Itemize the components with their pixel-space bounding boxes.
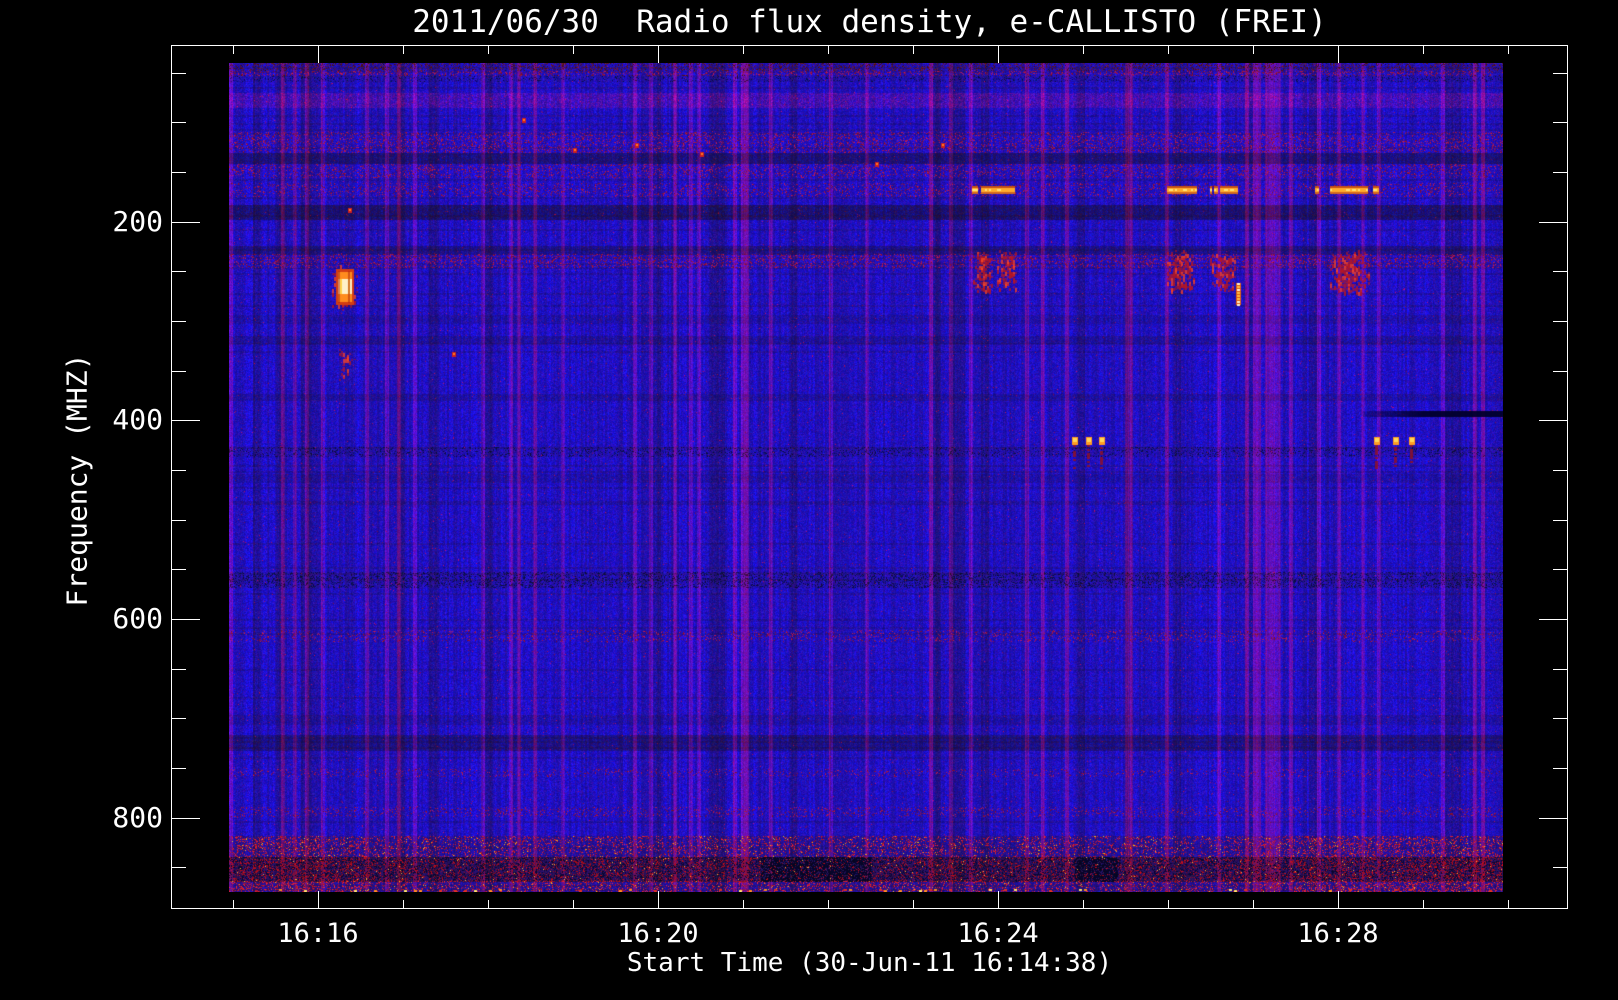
x-axis-minor-tick	[1168, 900, 1169, 908]
y-axis-minor-tick	[1553, 271, 1567, 272]
x-axis-minor-tick	[828, 46, 829, 54]
x-axis-minor-tick	[828, 900, 829, 908]
x-axis-major-tick	[318, 46, 319, 63]
x-axis-minor-tick	[1423, 900, 1424, 908]
x-axis-major-tick	[658, 891, 659, 908]
y-axis-minor-tick	[172, 669, 186, 670]
y-axis-minor-tick	[1553, 569, 1567, 570]
y-axis-minor-tick	[1553, 867, 1567, 868]
y-tick-label: 800	[112, 801, 163, 834]
x-axis-major-tick	[318, 891, 319, 908]
x-axis-major-tick	[998, 891, 999, 908]
y-axis-minor-tick	[172, 718, 186, 719]
y-axis-minor-tick	[172, 569, 186, 570]
x-axis-label: Start Time (30-Jun-11 16:14:38)	[626, 948, 1113, 978]
y-axis-minor-tick	[1553, 520, 1567, 521]
x-axis-minor-tick	[488, 46, 489, 54]
y-axis-minor-tick	[172, 470, 186, 471]
y-axis-minor-tick	[1553, 669, 1567, 670]
y-axis-major-tick	[1539, 818, 1567, 819]
x-axis-minor-tick	[913, 46, 914, 54]
y-axis-minor-tick	[172, 867, 186, 868]
plot-frame	[171, 45, 1568, 909]
y-axis-minor-tick	[172, 172, 186, 173]
x-axis-major-tick	[998, 46, 999, 63]
chart-title: 2011/06/30 Radio flux density, e-CALLIST…	[412, 4, 1327, 40]
x-axis-minor-tick	[233, 46, 234, 54]
x-axis-minor-tick	[233, 900, 234, 908]
y-axis-major-tick	[1539, 222, 1567, 223]
x-axis-minor-tick	[573, 900, 574, 908]
x-axis-minor-tick	[1168, 46, 1169, 54]
x-axis-minor-tick	[743, 900, 744, 908]
y-axis-minor-tick	[172, 768, 186, 769]
x-axis-minor-tick	[1508, 900, 1509, 908]
y-tick-label: 200	[112, 205, 163, 238]
x-axis-major-tick	[1338, 46, 1339, 63]
y-axis-minor-tick	[1553, 73, 1567, 74]
y-axis-minor-tick	[1553, 321, 1567, 322]
x-axis-minor-tick	[573, 46, 574, 54]
x-axis-major-tick	[1338, 891, 1339, 908]
y-axis-minor-tick	[1553, 122, 1567, 123]
x-axis-minor-tick	[403, 900, 404, 908]
y-axis-minor-tick	[172, 520, 186, 521]
x-axis-minor-tick	[403, 46, 404, 54]
y-axis-minor-tick	[172, 271, 186, 272]
x-axis-minor-tick	[1253, 46, 1254, 54]
y-axis-major-tick	[1539, 420, 1567, 421]
y-axis-minor-tick	[172, 321, 186, 322]
x-axis-minor-tick	[488, 900, 489, 908]
x-tick-label: 16:16	[277, 918, 359, 949]
x-axis-minor-tick	[913, 900, 914, 908]
y-axis-minor-tick	[172, 371, 186, 372]
y-axis-minor-tick	[1553, 768, 1567, 769]
y-axis-major-tick	[1539, 619, 1567, 620]
y-axis-major-tick	[172, 420, 200, 421]
y-axis-major-tick	[172, 619, 200, 620]
y-axis-label: Frequency (MHZ)	[60, 353, 94, 607]
y-axis-minor-tick	[1553, 371, 1567, 372]
y-axis-major-tick	[172, 222, 200, 223]
x-tick-label: 16:24	[957, 918, 1039, 949]
x-tick-label: 16:20	[617, 918, 699, 949]
x-axis-minor-tick	[1083, 46, 1084, 54]
y-axis-minor-tick	[172, 73, 186, 74]
x-axis-minor-tick	[743, 46, 744, 54]
x-tick-label: 16:28	[1297, 918, 1379, 949]
x-axis-major-tick	[658, 46, 659, 63]
x-axis-minor-tick	[1508, 46, 1509, 54]
x-axis-minor-tick	[1083, 900, 1084, 908]
y-axis-minor-tick	[1553, 470, 1567, 471]
x-axis-minor-tick	[1423, 46, 1424, 54]
y-axis-major-tick	[172, 818, 200, 819]
y-axis-minor-tick	[1553, 172, 1567, 173]
spectrogram-figure: 2011/06/30 Radio flux density, e-CALLIST…	[0, 0, 1618, 1000]
y-tick-label: 600	[112, 602, 163, 635]
y-axis-minor-tick	[1553, 718, 1567, 719]
y-axis-minor-tick	[172, 122, 186, 123]
x-axis-minor-tick	[1253, 900, 1254, 908]
